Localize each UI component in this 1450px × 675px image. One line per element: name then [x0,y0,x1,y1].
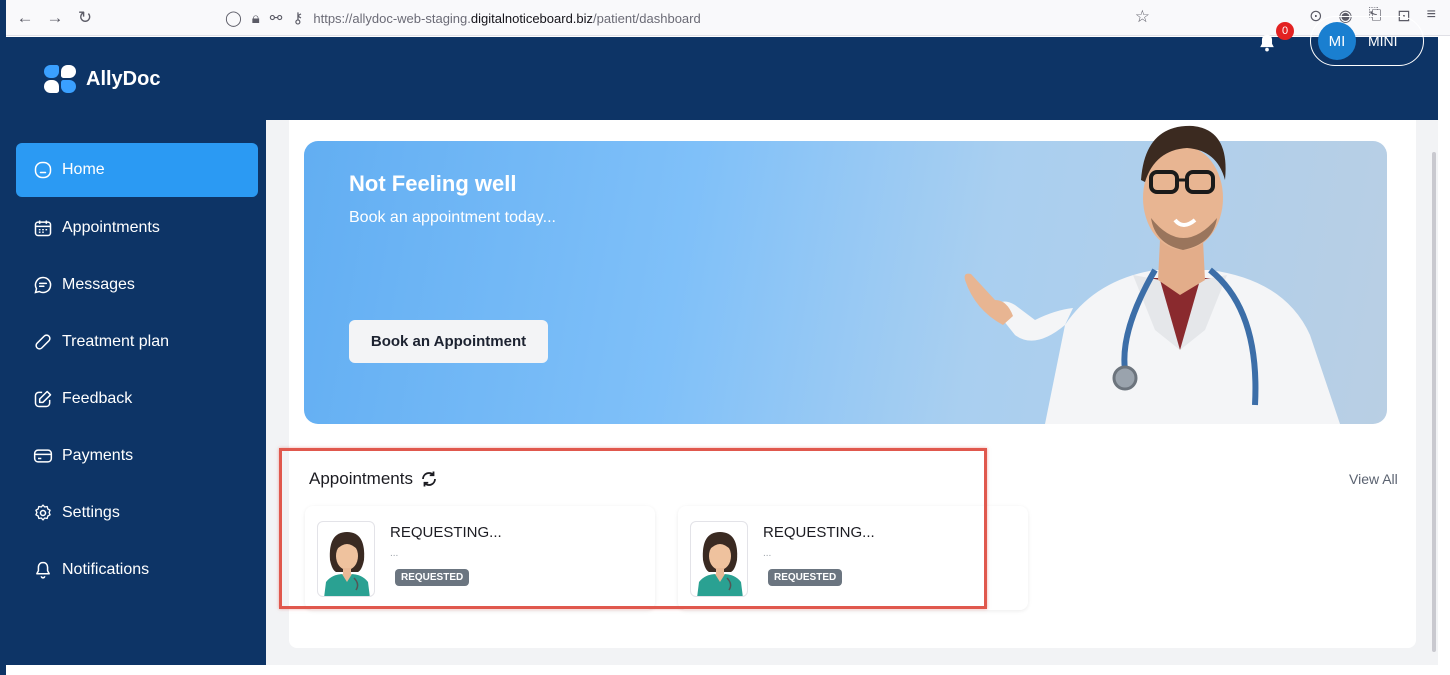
sidebar-item-treatment-plan[interactable]: Treatment plan [16,315,258,369]
sidebar-item-payments[interactable]: Payments [16,429,258,483]
menu-icon[interactable]: ≡ [1427,6,1436,26]
edit-icon [32,388,54,410]
key-icon[interactable]: ⚷ [292,9,303,27]
appointment-detail: ... [763,548,772,559]
sidebar: Home Appointments Messages Treatment pla… [6,120,266,665]
url-text[interactable]: https://allydoc-web-staging.digitalnotic… [313,11,700,26]
doctor-avatar [690,521,748,597]
calendar-icon [32,217,54,239]
sidebar-item-notifications[interactable]: Notifications [16,543,258,597]
sidebar-item-settings[interactable]: Settings [16,486,258,540]
scrollbar[interactable] [1432,152,1436,652]
sidebar-item-label: Appointments [62,219,160,236]
banner-title: Not Feeling well [349,171,517,196]
browser-toolbar: ← → ↻ ◯ 🔒︎ ⚯ ⚷ https://allydoc-web-stagi… [0,0,1450,36]
doctor-illustration [964,125,1340,424]
sidebar-item-appointments[interactable]: Appointments [16,201,258,255]
appointment-status: REQUESTING... [390,524,502,541]
status-badge: REQUESTED [768,569,843,586]
sidebar-item-home[interactable]: Home [16,143,258,197]
avatar: MI [1318,22,1356,60]
appointment-card[interactable]: REQUESTING... ... REQUESTED [305,506,655,610]
sidebar-item-label: Treatment plan [62,333,170,350]
sidebar-item-feedback[interactable]: Feedback [16,372,258,426]
message-icon [32,274,54,296]
status-badge: REQUESTED [395,569,470,586]
book-appointment-button[interactable]: Book an Appointment [349,320,548,363]
sidebar-item-label: Home [62,161,105,178]
sidebar-item-messages[interactable]: Messages [16,258,258,312]
bell-icon [32,559,54,581]
user-name: MINI [1368,33,1398,49]
sidebar-item-label: Notifications [62,561,150,578]
notification-bell-icon[interactable] [1256,32,1278,54]
user-menu-button[interactable]: MI MINI [1310,16,1424,66]
doctor-avatar [317,521,375,597]
appointments-heading: Appointments [309,469,438,489]
notification-count-badge: 0 [1276,22,1294,40]
sidebar-item-label: Settings [62,504,120,521]
pill-icon [32,331,54,353]
permissions-icon[interactable]: ⚯ [270,9,283,27]
refresh-icon[interactable] [420,470,438,488]
reload-icon[interactable]: ↻ [72,5,98,31]
appointments-title: Appointments [309,469,413,488]
shield-icon[interactable]: ◯ [225,9,242,27]
logo-text: AllyDoc [86,67,161,90]
bookmark-star-icon[interactable]: ☆ [1135,7,1150,27]
lock-icon[interactable]: 🔒︎ [252,10,260,27]
forward-icon[interactable]: → [42,5,68,31]
address-bar[interactable]: ◯ 🔒︎ ⚯ ⚷ https://allydoc-web-staging.dig… [225,4,1165,32]
logo[interactable]: AllyDoc [44,65,160,93]
card-icon [32,445,54,467]
appointment-card[interactable]: REQUESTING... ... REQUESTED [678,506,1028,610]
sidebar-item-label: Feedback [62,390,133,407]
sidebar-item-label: Messages [62,276,135,293]
gear-icon [32,502,54,524]
appointment-status: REQUESTING... [763,524,875,541]
view-all-link[interactable]: View All [1349,471,1398,487]
app-header: AllyDoc [6,37,1438,120]
sidebar-item-label: Payments [62,447,134,464]
logo-mark-icon [44,65,76,93]
appointment-detail: ... [390,548,399,559]
back-icon[interactable]: ← [12,5,38,31]
home-icon [32,159,54,181]
banner-subtitle: Book an appointment today... [349,209,556,226]
